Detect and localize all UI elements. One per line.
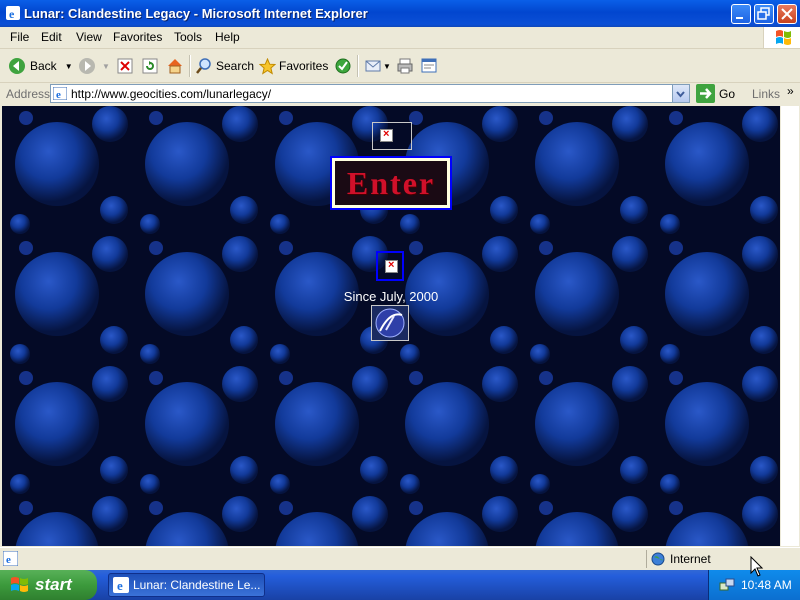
badge-link[interactable]: [371, 305, 409, 341]
globe-icon: [651, 552, 665, 566]
broken-image-top: ×: [372, 122, 412, 150]
taskbar-ie-window[interactable]: e Lunar: Clandestine Le...: [108, 573, 265, 597]
edit-page-icon: [421, 58, 437, 73]
chevron-down-icon: [676, 91, 685, 98]
favorites-label: Favorites: [279, 59, 329, 73]
links-chevron-icon[interactable]: »: [787, 84, 794, 98]
since-text: Since July, 2000: [343, 289, 439, 304]
refresh-button[interactable]: [142, 57, 158, 75]
search-icon: [196, 58, 211, 74]
forward-button[interactable]: ▼: [78, 57, 110, 75]
search-button[interactable]: Search: [195, 57, 254, 75]
maximize-button[interactable]: [754, 4, 774, 24]
address-bar: Address e http://www.geocities.com/lunar…: [0, 83, 800, 105]
clock: 10:48 AM: [741, 578, 792, 592]
media-button[interactable]: [334, 57, 352, 75]
menu-favorites[interactable]: Favorites: [113, 30, 162, 44]
links-label[interactable]: Links: [752, 87, 780, 101]
svg-text:e: e: [117, 578, 123, 593]
stop-button[interactable]: [117, 57, 133, 75]
enter-banner: Enter: [335, 161, 447, 205]
menu-file[interactable]: File: [10, 30, 29, 44]
enter-label: Enter: [346, 164, 436, 201]
refresh-icon: [142, 58, 158, 74]
minimize-button[interactable]: [731, 4, 751, 24]
windows-logo: [763, 27, 800, 48]
toolbar-separator: [189, 55, 191, 77]
go-arrow-icon: [696, 84, 715, 103]
forward-arrow-icon: [79, 58, 95, 74]
standard-toolbar: Back ▼ ▼ Search Favorites ▼: [0, 49, 800, 83]
taskbar: start e Lunar: Clandestine Le... 10:48 A…: [0, 570, 800, 600]
broken-image-icon: ×: [380, 128, 393, 142]
menu-bar: File Edit View Favorites Tools Help: [0, 27, 800, 49]
star-icon: [259, 57, 276, 75]
print-button[interactable]: [396, 57, 414, 75]
favorites-button[interactable]: Favorites: [259, 57, 328, 75]
security-zone: Internet: [646, 550, 796, 568]
search-label: Search: [216, 59, 255, 73]
svg-text:e: e: [6, 554, 11, 566]
go-button[interactable]: Go: [696, 84, 735, 103]
start-label: start: [35, 575, 72, 594]
task-label: Lunar: Clandestine Le...: [133, 578, 261, 592]
broken-image-icon: ×: [385, 259, 398, 273]
start-button[interactable]: start: [0, 570, 97, 600]
page-status-icon: e: [3, 551, 18, 566]
windows-flag-icon: [776, 30, 791, 45]
menu-view[interactable]: View: [76, 30, 102, 44]
edit-button[interactable]: [420, 57, 438, 75]
status-bar: e Internet: [0, 547, 800, 571]
menu-edit[interactable]: Edit: [41, 30, 62, 44]
window-title: Lunar: Clandestine Legacy - Microsoft In…: [24, 6, 368, 21]
menu-help[interactable]: Help: [215, 30, 240, 44]
mouse-cursor-icon: [750, 556, 764, 577]
address-url: http://www.geocities.com/lunarlegacy/: [71, 87, 272, 101]
close-button[interactable]: [777, 4, 797, 24]
home-button[interactable]: [166, 57, 184, 75]
back-dropdown-icon[interactable]: ▼: [65, 62, 73, 71]
back-arrow-icon: [9, 58, 25, 74]
ie-window: e Lunar: Clandestine Legacy - Microsoft …: [0, 0, 800, 571]
svg-text:e: e: [9, 7, 15, 20]
svg-text:e: e: [56, 89, 61, 100]
windows-flag-icon: [11, 577, 28, 592]
minimize-icon: [736, 17, 743, 19]
home-icon: [168, 59, 182, 74]
printer-icon: [397, 58, 413, 74]
mail-dropdown-icon[interactable]: ▼: [383, 62, 391, 71]
media-icon: [335, 58, 351, 74]
mail-icon: [365, 60, 381, 72]
restore-icon: [757, 7, 770, 20]
browser-badge-icon: [375, 308, 405, 338]
network-icon[interactable]: [719, 577, 735, 593]
mail-button[interactable]: ▼: [365, 57, 391, 75]
close-icon: [781, 8, 793, 20]
page-icon: e: [53, 87, 67, 100]
menu-tools[interactable]: Tools: [174, 30, 202, 44]
toolbar-separator: [357, 55, 359, 77]
ie-icon: e: [6, 6, 20, 20]
enter-button[interactable]: Enter: [330, 156, 452, 210]
address-input[interactable]: e http://www.geocities.com/lunarlegacy/: [50, 84, 690, 103]
address-dropdown[interactable]: [672, 85, 689, 102]
back-button[interactable]: Back ▼: [8, 57, 73, 75]
stop-icon: [117, 58, 133, 74]
vertical-scrollbar[interactable]: [780, 106, 799, 546]
ie-icon: e: [113, 577, 129, 593]
go-label: Go: [719, 86, 736, 101]
zone-label: Internet: [670, 552, 711, 566]
page-content: × Enter × Since July, 2000: [2, 106, 780, 546]
broken-image-link[interactable]: ×: [376, 251, 404, 281]
back-label: Back: [30, 59, 57, 73]
title-bar[interactable]: e Lunar: Clandestine Legacy - Microsoft …: [0, 0, 800, 27]
address-label: Address: [6, 87, 51, 101]
forward-dropdown-icon[interactable]: ▼: [102, 62, 110, 71]
